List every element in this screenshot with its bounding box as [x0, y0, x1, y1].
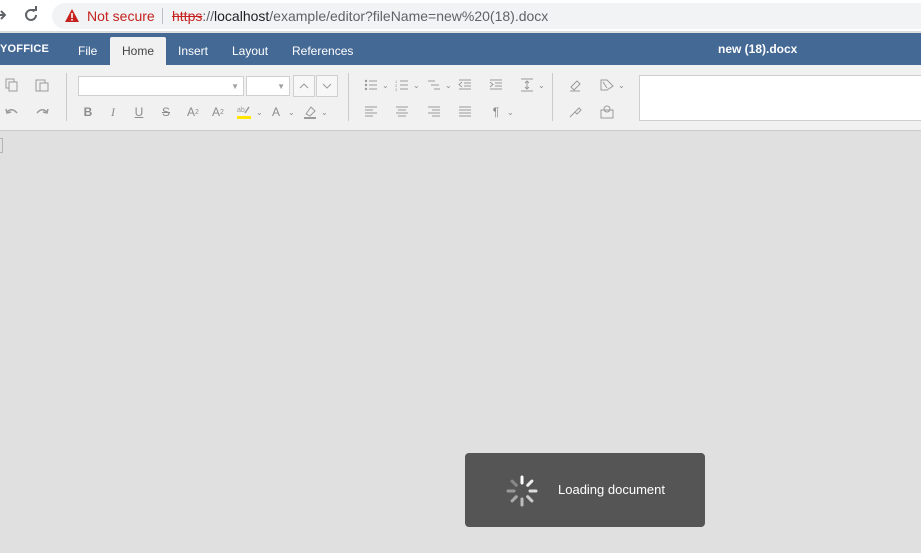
italic-icon[interactable]: I: [103, 102, 123, 122]
undo-icon[interactable]: [2, 102, 22, 122]
home-toolbar: ▼ ▼ B I U S A2 A2 ab ⌄ A ⌄ ⌄ ⌄ 123 ⌄ ⌄ ⌄…: [0, 65, 921, 131]
editor-header: YOFFICE File Home Insert Layout Referenc…: [0, 33, 921, 65]
chevron-down-icon[interactable]: ⌄: [413, 82, 421, 90]
copy-icon[interactable]: [2, 75, 22, 95]
font-color-icon[interactable]: A: [266, 102, 286, 122]
color-scheme-icon[interactable]: [597, 75, 617, 95]
toolbar-divider: [552, 73, 553, 121]
tab-file[interactable]: File: [66, 37, 109, 65]
forward-icon[interactable]: [0, 7, 10, 23]
security-status[interactable]: Not secure: [87, 7, 155, 25]
tab-insert[interactable]: Insert: [166, 37, 220, 65]
loading-toast: Loading document: [465, 453, 705, 527]
decrease-font-size-button[interactable]: [316, 75, 338, 97]
document-title: new (18).docx: [718, 42, 798, 56]
chevron-down-icon[interactable]: ⌄: [507, 109, 515, 117]
svg-text:ab: ab: [237, 107, 245, 114]
chevron-down-icon[interactable]: ⌄: [288, 109, 296, 117]
font-name-select[interactable]: ▼: [78, 76, 244, 96]
chevron-down-icon: ▼: [231, 82, 239, 91]
multilevel-icon[interactable]: [424, 75, 444, 95]
align-right-icon[interactable]: [424, 102, 444, 122]
align-center-icon[interactable]: [392, 102, 412, 122]
ruler-marker: [0, 138, 3, 153]
brand-logo: YOFFICE: [0, 43, 50, 55]
chevron-down-icon[interactable]: ⌄: [618, 82, 626, 90]
paste-icon[interactable]: [32, 75, 52, 95]
loading-text: Loading document: [558, 482, 665, 497]
tab-layout[interactable]: Layout: [220, 37, 280, 65]
line-spacing-icon[interactable]: [517, 75, 537, 95]
omnibox-divider: [162, 8, 163, 24]
copy-style-icon[interactable]: [565, 102, 585, 122]
url-scheme: https: [172, 8, 203, 24]
chevron-down-icon[interactable]: ⌄: [321, 109, 329, 117]
toolbar-divider: [66, 73, 67, 121]
svg-text:3: 3: [395, 87, 398, 91]
decrease-indent-icon[interactable]: [455, 75, 475, 95]
subscript-icon[interactable]: A2: [208, 102, 228, 122]
url-text[interactable]: https://localhost/example/editor?fileNam…: [172, 7, 548, 25]
toolbar-divider: [348, 73, 349, 121]
mail-merge-icon[interactable]: [597, 102, 617, 122]
document-canvas[interactable]: [0, 132, 921, 553]
url-scheme-separator: ://: [202, 8, 215, 24]
bullets-icon[interactable]: [361, 75, 381, 95]
styles-gallery[interactable]: [639, 75, 921, 121]
chevron-down-icon[interactable]: ⌄: [538, 82, 546, 90]
highlight-icon[interactable]: ab: [234, 102, 254, 122]
chevron-down-icon[interactable]: ⌄: [445, 82, 453, 90]
clear-style-icon[interactable]: [565, 75, 585, 95]
spinner-icon: [505, 474, 539, 508]
bold-icon[interactable]: B: [78, 102, 98, 122]
url-path: /example/editor?fileName=new%20(18).docx: [269, 8, 549, 24]
increase-indent-icon[interactable]: [486, 75, 506, 95]
tab-home[interactable]: Home: [110, 37, 167, 65]
chevron-down-icon: ▼: [277, 82, 285, 91]
reload-icon[interactable]: [22, 6, 40, 24]
warning-icon[interactable]: [64, 8, 80, 24]
url-host: localhost: [214, 8, 270, 24]
chevron-down-icon[interactable]: ⌄: [382, 82, 390, 90]
justify-icon[interactable]: [455, 102, 475, 122]
numbering-icon[interactable]: 123: [392, 75, 412, 95]
shading-icon[interactable]: [300, 102, 320, 122]
paragraph-mark-icon[interactable]: ¶: [486, 102, 506, 122]
font-size-select[interactable]: ▼: [246, 76, 290, 96]
redo-icon[interactable]: [32, 102, 52, 122]
omnibox[interactable]: Not secure https://localhost/example/edi…: [52, 3, 921, 29]
chevron-down-icon[interactable]: ⌄: [256, 109, 264, 117]
browser-address-bar: Not secure https://localhost/example/edi…: [0, 0, 921, 32]
increase-font-size-button[interactable]: [293, 75, 315, 97]
underline-icon[interactable]: U: [129, 102, 149, 122]
align-left-icon[interactable]: [361, 102, 381, 122]
tab-references[interactable]: References: [280, 37, 365, 65]
superscript-icon[interactable]: A2: [183, 102, 203, 122]
strikethrough-icon[interactable]: S: [156, 102, 176, 122]
